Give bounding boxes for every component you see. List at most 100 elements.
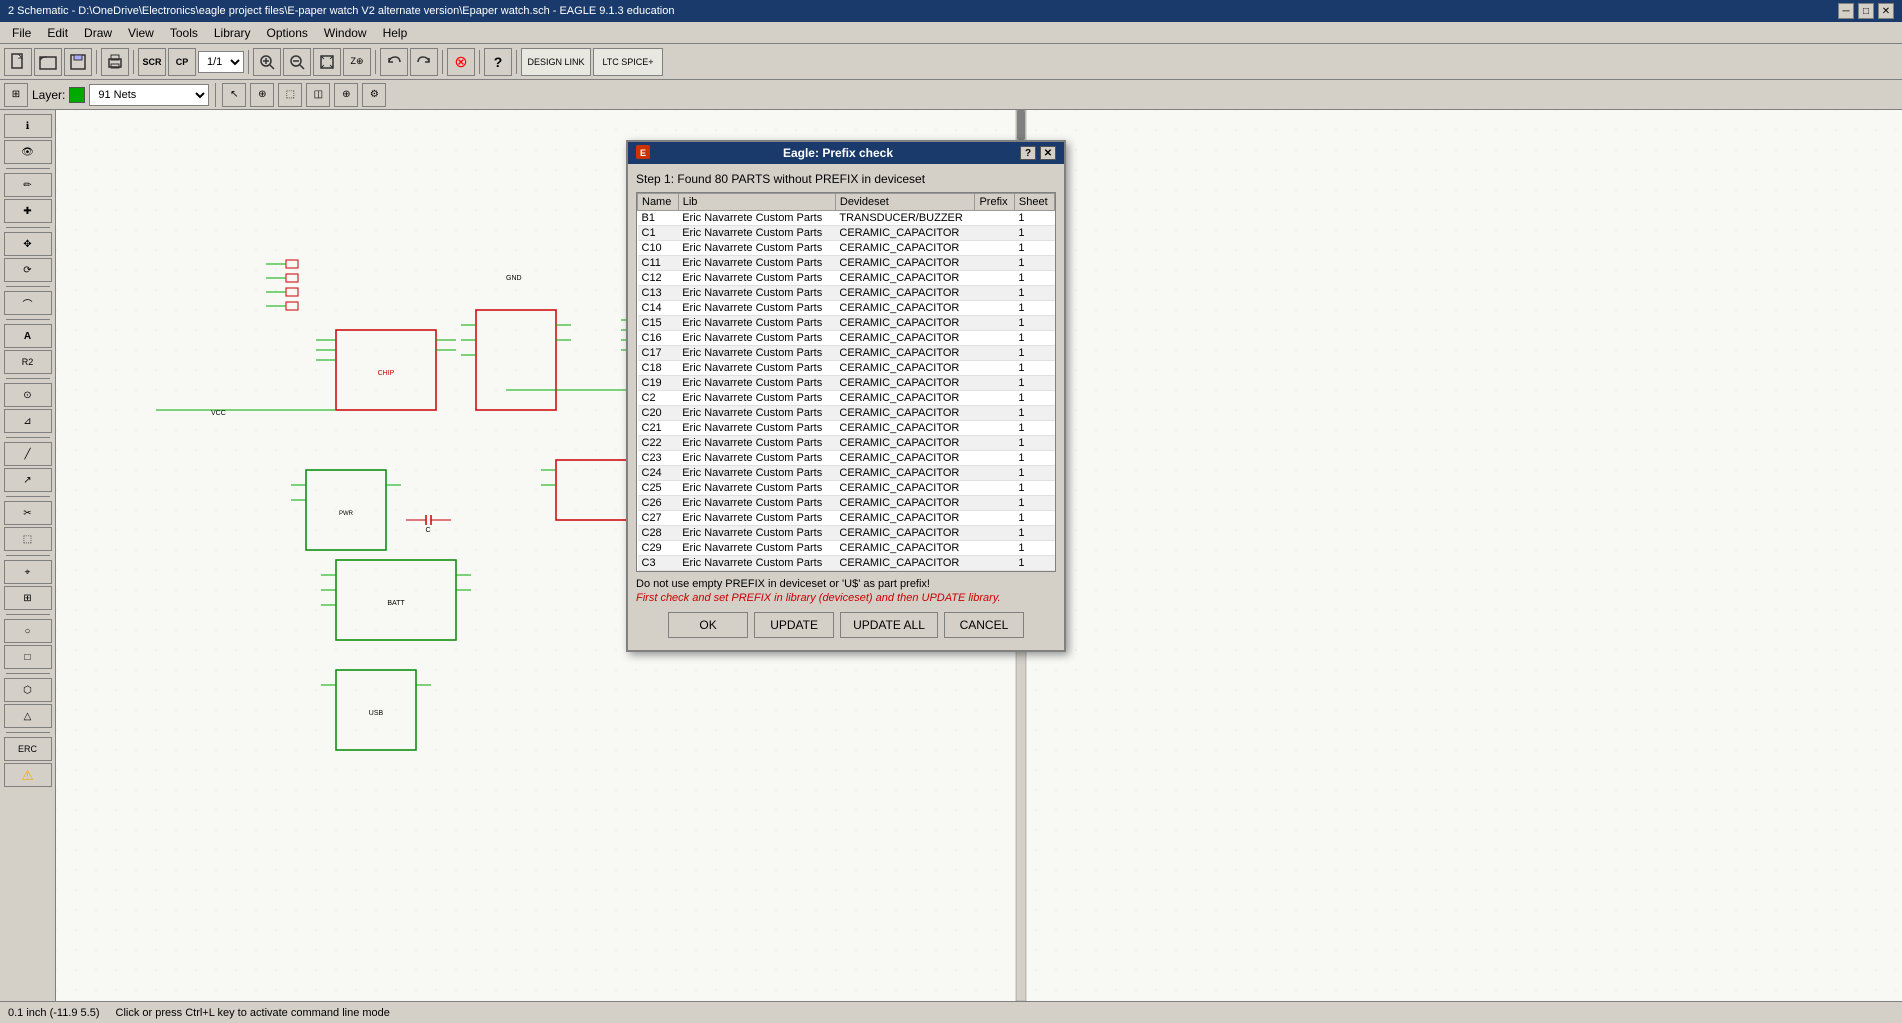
update-button[interactable]: UPDATE — [754, 612, 834, 638]
open-button[interactable] — [34, 48, 62, 76]
pointer-tool[interactable]: ↖ — [222, 83, 246, 107]
close-button[interactable]: ✕ — [1878, 3, 1894, 19]
menu-edit[interactable]: Edit — [39, 24, 76, 42]
minimize-button[interactable]: ─ — [1838, 3, 1854, 19]
table-row[interactable]: C23Eric Navarrete Custom PartsCERAMIC_CA… — [638, 451, 1055, 466]
table-row[interactable]: B1Eric Navarrete Custom PartsTRANSDUCER/… — [638, 211, 1055, 226]
info-tool[interactable]: ℹ — [4, 114, 52, 138]
maximize-button[interactable]: □ — [1858, 3, 1874, 19]
grid-tool[interactable]: ⊞ — [4, 586, 52, 610]
wire-tool[interactable]: ✏ — [4, 173, 52, 197]
table-row[interactable]: C13Eric Navarrete Custom PartsCERAMIC_CA… — [638, 286, 1055, 301]
cell-prefix — [975, 316, 1014, 331]
polygon-tool[interactable]: ⬡ — [4, 678, 52, 702]
help-button[interactable]: ? — [484, 48, 512, 76]
zoom-fit-button[interactable] — [313, 48, 341, 76]
junction-tool[interactable]: ⊙ — [4, 383, 52, 407]
menu-options[interactable]: Options — [259, 24, 316, 42]
grid-toggle-button[interactable]: ⊞ — [4, 83, 28, 107]
paste-tool[interactable]: ⬚ — [4, 527, 52, 551]
layer-dropdown[interactable]: 91 Nets — [89, 84, 209, 106]
select-name-tool[interactable]: ◫ — [306, 83, 330, 107]
table-row[interactable]: C21Eric Navarrete Custom PartsCERAMIC_CA… — [638, 421, 1055, 436]
titlebar-controls: ─ □ ✕ — [1838, 3, 1894, 19]
control-panel-button[interactable]: CP — [168, 48, 196, 76]
table-row[interactable]: C30Eric Navarrete Custom PartsCERAMIC_CA… — [638, 571, 1055, 573]
dialog-help-button[interactable]: ? — [1020, 146, 1036, 160]
snap-tool[interactable]: ⌖ — [4, 560, 52, 584]
table-row[interactable]: C20Eric Navarrete Custom PartsCERAMIC_CA… — [638, 406, 1055, 421]
table-row[interactable]: C22Eric Navarrete Custom PartsCERAMIC_CA… — [638, 436, 1055, 451]
print-button[interactable] — [101, 48, 129, 76]
menu-view[interactable]: View — [120, 24, 162, 42]
table-row[interactable]: C16Eric Navarrete Custom PartsCERAMIC_CA… — [638, 331, 1055, 346]
table-row[interactable]: C19Eric Navarrete Custom PartsCERAMIC_CA… — [638, 376, 1055, 391]
ltc-spice-button[interactable]: LTC SPICE+ — [593, 48, 663, 76]
eye-tool[interactable]: 👁 — [4, 140, 52, 164]
new-button[interactable] — [4, 48, 32, 76]
cross-tool[interactable]: ✚ — [4, 199, 52, 223]
parts-table-container[interactable]: Name Lib Devideset Prefix Sheet B1Eric N… — [636, 192, 1056, 572]
zoom-in-button[interactable] — [253, 48, 281, 76]
rotate-tool[interactable]: ⟳ — [4, 258, 52, 282]
bend-tool[interactable]: ↗ — [4, 468, 52, 492]
cell-sheet: 1 — [1014, 451, 1054, 466]
table-row[interactable]: C14Eric Navarrete Custom PartsCERAMIC_CA… — [638, 301, 1055, 316]
sheet-dropdown[interactable]: 1/1 — [198, 51, 244, 73]
table-row[interactable]: C18Eric Navarrete Custom PartsCERAMIC_CA… — [638, 361, 1055, 376]
zoom-select-button[interactable]: Z⊕ — [343, 48, 371, 76]
table-row[interactable]: C29Eric Navarrete Custom PartsCERAMIC_CA… — [638, 541, 1055, 556]
canvas-area[interactable]: IC C — [56, 110, 1902, 1001]
menu-window[interactable]: Window — [316, 24, 375, 42]
draw-arc-tool[interactable]: ⌒ — [4, 291, 52, 315]
cell-prefix — [975, 361, 1014, 376]
warning-indicator[interactable]: ⚠ — [4, 763, 52, 787]
menu-tools[interactable]: Tools — [162, 24, 206, 42]
update-all-button[interactable]: UPDATE ALL — [840, 612, 938, 638]
table-row[interactable]: C2Eric Navarrete Custom PartsCERAMIC_CAP… — [638, 391, 1055, 406]
table-row[interactable]: C28Eric Navarrete Custom PartsCERAMIC_CA… — [638, 526, 1055, 541]
triangle-tool[interactable]: △ — [4, 704, 52, 728]
save-button[interactable] — [64, 48, 92, 76]
table-row[interactable]: C24Eric Navarrete Custom PartsCERAMIC_CA… — [638, 466, 1055, 481]
table-row[interactable]: C25Eric Navarrete Custom PartsCERAMIC_CA… — [638, 481, 1055, 496]
cell-devideset: CERAMIC_CAPACITOR — [835, 331, 975, 346]
table-row[interactable]: C11Eric Navarrete Custom PartsCERAMIC_CA… — [638, 256, 1055, 271]
undo-button[interactable] — [380, 48, 408, 76]
menu-help[interactable]: Help — [375, 24, 416, 42]
table-row[interactable]: C27Eric Navarrete Custom PartsCERAMIC_CA… — [638, 511, 1055, 526]
ok-button[interactable]: OK — [668, 612, 748, 638]
move-tool[interactable]: ✥ — [4, 232, 52, 256]
angle-tool[interactable]: ⊿ — [4, 409, 52, 433]
script-button[interactable]: SCR — [138, 48, 166, 76]
redo-button[interactable] — [410, 48, 438, 76]
rect-tool[interactable]: □ — [4, 645, 52, 669]
dialog-titlebar[interactable]: E Eagle: Prefix check ? ✕ — [628, 142, 1064, 164]
table-row[interactable]: C1Eric Navarrete Custom PartsCERAMIC_CAP… — [638, 226, 1055, 241]
table-row[interactable]: C12Eric Navarrete Custom PartsCERAMIC_CA… — [638, 271, 1055, 286]
label-r2-tool[interactable]: R2 — [4, 350, 52, 374]
zoom-out-button[interactable] — [283, 48, 311, 76]
table-row[interactable]: C10Eric Navarrete Custom PartsCERAMIC_CA… — [638, 241, 1055, 256]
magnify-tool[interactable]: ⊕ — [250, 83, 274, 107]
erc-tool[interactable]: ERC — [4, 737, 52, 761]
table-row[interactable]: C3Eric Navarrete Custom PartsCERAMIC_CAP… — [638, 556, 1055, 571]
cancel-button[interactable]: CANCEL — [944, 612, 1024, 638]
cell-prefix — [975, 271, 1014, 286]
menu-file[interactable]: File — [4, 24, 39, 42]
cut-tool[interactable]: ✂ — [4, 501, 52, 525]
menu-library[interactable]: Library — [206, 24, 259, 42]
circle-tool[interactable]: ○ — [4, 619, 52, 643]
menu-draw[interactable]: Draw — [76, 24, 120, 42]
text-tool[interactable]: A — [4, 324, 52, 348]
design-link-button[interactable]: DESIGN LINK — [521, 48, 591, 76]
line-tool[interactable]: ╱ — [4, 442, 52, 466]
settings-tool[interactable]: ⚙ — [362, 83, 386, 107]
stop-button[interactable]: ⊗ — [447, 48, 475, 76]
add-pin-tool[interactable]: ⊕ — [334, 83, 358, 107]
table-row[interactable]: C17Eric Navarrete Custom PartsCERAMIC_CA… — [638, 346, 1055, 361]
table-row[interactable]: C26Eric Navarrete Custom PartsCERAMIC_CA… — [638, 496, 1055, 511]
table-row[interactable]: C15Eric Navarrete Custom PartsCERAMIC_CA… — [638, 316, 1055, 331]
dialog-close-button[interactable]: ✕ — [1040, 146, 1056, 160]
select-tool[interactable]: ⬚ — [278, 83, 302, 107]
